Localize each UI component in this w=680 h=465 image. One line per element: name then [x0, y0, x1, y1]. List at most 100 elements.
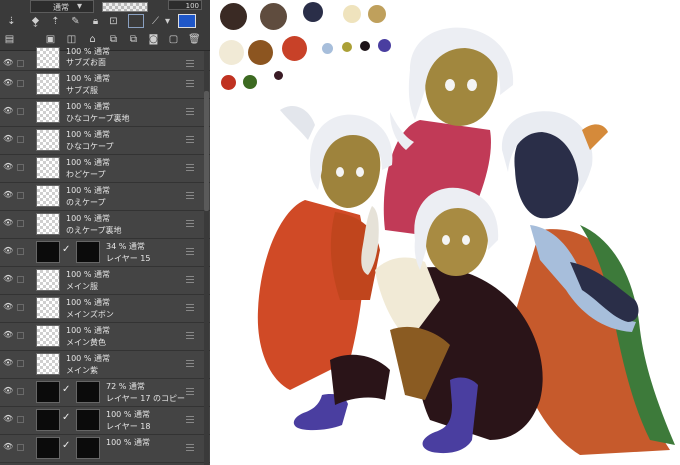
layer-lock-checkbox[interactable] [17, 164, 24, 171]
layer-menu-icon[interactable] [186, 80, 194, 87]
eye-icon[interactable]: 👁︎ [3, 79, 13, 87]
layer-row[interactable]: 👁︎ ✓ 34 % 通常 レイヤー 15 [0, 239, 210, 267]
paint-bucket-icon[interactable]: ⧪ [30, 16, 41, 27]
layer-mask-thumbnail [76, 437, 100, 459]
layer-lock-checkbox[interactable] [17, 192, 24, 199]
layer-lock-checkbox[interactable] [17, 248, 24, 255]
new-vector-layer-icon[interactable]: ◫ [66, 34, 77, 45]
reference-layer-button[interactable] [128, 14, 144, 28]
layer-list: 👁︎ 100 % 通常 サブズお面 👁︎ 100 % 通常 サブズ服 👁︎ 100 % 通常ひ… [0, 47, 210, 463]
layer-panel-icon[interactable]: ▤ [4, 34, 15, 45]
layer-row[interactable]: 👁︎ 100 % 通常 ひなコケープ [0, 127, 210, 155]
layer-menu-icon[interactable] [186, 388, 194, 395]
layer-menu-icon[interactable] [186, 248, 194, 255]
layer-row[interactable]: 👁︎ 100 % 通常 サブズお面 [0, 47, 210, 71]
layer-lock-checkbox[interactable] [17, 108, 24, 115]
eye-icon[interactable]: 👁︎ [3, 219, 13, 227]
checkmark-icon[interactable]: ✓ [62, 413, 72, 423]
layer-lock-checkbox[interactable] [17, 60, 24, 67]
layer-row[interactable]: 👁︎ ✓ 100 % 通常 [0, 435, 210, 463]
ruler-icon[interactable]: ⟋ [150, 16, 161, 27]
layer-opacity-mode: 100 % 通常 [66, 74, 110, 83]
layer-thumbnail [36, 101, 60, 123]
brush-lock-icon[interactable]: ✎ [70, 16, 81, 27]
layer-lock-checkbox[interactable] [17, 304, 24, 311]
layer-thumbnail [36, 157, 60, 179]
layer-row[interactable]: 👁︎ 100 % 通常 メイン黄色 [0, 323, 210, 351]
eye-icon[interactable]: 👁︎ [3, 331, 13, 339]
eye-icon[interactable]: 👁︎ [3, 163, 13, 171]
new-raster-layer-icon[interactable]: ▣ [45, 34, 56, 45]
layer-name: のえケープ [66, 198, 106, 207]
checkmark-icon[interactable]: ✓ [62, 385, 72, 395]
layer-menu-icon[interactable] [186, 108, 194, 115]
layer-lock-checkbox[interactable] [17, 332, 24, 339]
layer-lock-checkbox[interactable] [17, 360, 24, 367]
layer-row[interactable]: 👁︎ 100 % 通常 メイン紫 [0, 351, 210, 379]
layer-lock-checkbox[interactable] [17, 220, 24, 227]
layer-menu-icon[interactable] [186, 60, 194, 67]
layer-thumbnail [36, 241, 60, 263]
eye-icon[interactable]: 👁︎ [3, 59, 13, 67]
layer-menu-icon[interactable] [186, 444, 194, 451]
eye-icon[interactable]: 👁︎ [3, 107, 13, 115]
apply-mask-icon[interactable]: ▢ [168, 34, 179, 45]
new-folder-icon[interactable]: ⌂ [87, 34, 98, 45]
trash-icon[interactable]: 🗑︎ [188, 34, 201, 45]
checkmark-icon[interactable]: ✓ [62, 245, 72, 255]
eye-icon[interactable]: 👁︎ [3, 247, 13, 255]
layer-menu-icon[interactable] [186, 332, 194, 339]
layer-row[interactable]: 👁︎ 100 % 通常 わどケープ [0, 155, 210, 183]
layer-lock-checkbox[interactable] [17, 80, 24, 87]
layer-list-scrollbar[interactable] [204, 51, 209, 465]
merge-down-icon[interactable]: ⧉ [108, 34, 119, 45]
layer-menu-icon[interactable] [186, 192, 194, 199]
eye-icon[interactable]: 👁︎ [3, 191, 13, 199]
checkmark-icon[interactable]: ✓ [62, 441, 72, 451]
layer-opacity-mode: 72 % 通常 [106, 382, 145, 391]
layer-lock-checkbox[interactable] [17, 276, 24, 283]
eye-icon[interactable]: 👁︎ [3, 443, 13, 451]
mask-icon[interactable]: ◙ [148, 34, 159, 45]
layer-thumbnail [36, 409, 60, 431]
layer-lock-checkbox[interactable] [17, 416, 24, 423]
layer-color-swatch[interactable] [178, 14, 196, 28]
layer-thumbnail [36, 269, 60, 291]
arrow-down-icon[interactable]: ⇣ [6, 16, 17, 27]
layer-lock-checkbox[interactable] [17, 136, 24, 143]
layer-name: のえケープ裏地 [66, 226, 122, 235]
layer-menu-icon[interactable] [186, 164, 194, 171]
scrollbar-handle[interactable] [204, 91, 209, 211]
eye-icon[interactable]: 👁︎ [3, 303, 13, 311]
eye-icon[interactable]: 👁︎ [3, 359, 13, 367]
lock-icon[interactable]: 🔒︎ [90, 16, 101, 27]
layer-name: メイン紫 [66, 366, 98, 375]
arrow-up-icon[interactable]: ⇡ [50, 16, 61, 27]
layer-menu-icon[interactable] [186, 136, 194, 143]
layer-row[interactable]: 👁︎ 100 % 通常 メインズボン [0, 295, 210, 323]
eye-icon[interactable]: 👁︎ [3, 387, 13, 395]
layer-menu-icon[interactable] [186, 360, 194, 367]
layer-menu-icon[interactable] [186, 416, 194, 423]
layer-menu-icon[interactable] [186, 276, 194, 283]
layer-row[interactable]: 👁︎ 100 % 通常 のえケープ裏地 [0, 211, 210, 239]
layer-lock-checkbox[interactable] [17, 444, 24, 451]
eye-icon[interactable]: 👁︎ [3, 135, 13, 143]
eye-icon[interactable]: 👁︎ [3, 275, 13, 283]
drawing-canvas[interactable] [210, 0, 680, 465]
layer-row[interactable]: 👁︎ 100 % 通常 メイン服 [0, 267, 210, 295]
layer-lock-checkbox[interactable] [17, 388, 24, 395]
layer-menu-icon[interactable] [186, 304, 194, 311]
layer-row[interactable]: 👁︎ 100 % 通常 のえケープ [0, 183, 210, 211]
opacity-slider[interactable] [102, 2, 148, 12]
duplicate-icon[interactable]: ⧉ [128, 34, 139, 45]
opacity-field[interactable]: 100 [168, 0, 202, 10]
layer-row[interactable]: 👁︎ ✓ 72 % 通常 レイヤー 17 のコピー [0, 379, 210, 407]
layer-name: サブズ服 [66, 86, 98, 95]
layer-row[interactable]: 👁︎ 100 % 通常 ひなコケープ裏地 [0, 99, 210, 127]
layer-row[interactable]: 👁︎ ✓ 100 % 通常 レイヤー 18 [0, 407, 210, 435]
clip-icon[interactable]: ⊡ [108, 16, 119, 27]
layer-menu-icon[interactable] [186, 220, 194, 227]
eye-icon[interactable]: 👁︎ [3, 415, 13, 423]
layer-row[interactable]: 👁︎ 100 % 通常 サブズ服 [0, 71, 210, 99]
